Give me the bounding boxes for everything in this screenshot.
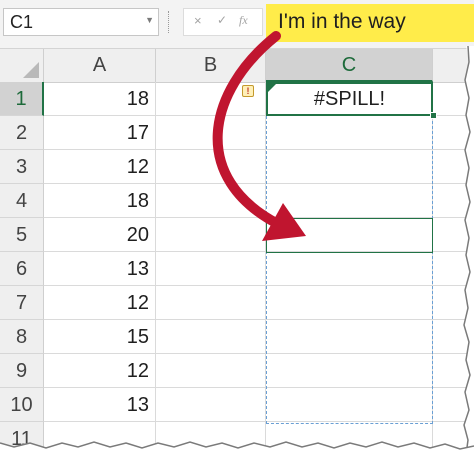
- row-header-5[interactable]: 5: [0, 218, 44, 252]
- spill-range-outline: [266, 116, 433, 424]
- cell-a1[interactable]: 18: [44, 82, 155, 116]
- spill-cell-value: #SPILL!: [313, 88, 386, 110]
- grid-line: [155, 82, 156, 455]
- spill-cell-c1[interactable]: #SPILL!: [266, 82, 433, 116]
- blocking-cell-c5[interactable]: [266, 218, 433, 253]
- cell-a3[interactable]: 12: [44, 150, 155, 184]
- cell-a8[interactable]: 15: [44, 320, 155, 354]
- insert-function-icon[interactable]: fx: [239, 13, 248, 28]
- column-header-row: A B C: [0, 49, 474, 83]
- cancel-icon[interactable]: ×: [194, 13, 202, 28]
- cell-a6[interactable]: 13: [44, 252, 155, 286]
- select-all-triangle-icon: [23, 62, 39, 78]
- column-header-b[interactable]: B: [156, 49, 266, 82]
- name-box-value: C1: [10, 12, 34, 32]
- name-box[interactable]: C1 ▼: [3, 8, 159, 36]
- check-icon[interactable]: ✓: [217, 13, 227, 27]
- callout-box: I'm in the way: [266, 4, 474, 42]
- formula-bar: C1 ▼ × ✓ fx I'm in the way: [0, 0, 474, 49]
- error-warning-icon[interactable]: !: [242, 85, 254, 97]
- error-flag-icon: [268, 84, 276, 92]
- row-header-4[interactable]: 4: [0, 184, 44, 218]
- row-header-7[interactable]: 7: [0, 286, 44, 320]
- row-header-11[interactable]: 11: [0, 422, 44, 455]
- row-header-6[interactable]: 6: [0, 252, 44, 286]
- chevron-down-icon[interactable]: ▼: [145, 15, 154, 25]
- select-all-button[interactable]: [0, 49, 44, 82]
- column-header-c[interactable]: C: [266, 49, 433, 82]
- row-header-1[interactable]: 1: [0, 82, 44, 116]
- row-header-10[interactable]: 10: [0, 388, 44, 422]
- column-header-a[interactable]: A: [44, 49, 156, 82]
- cell-a9[interactable]: 12: [44, 354, 155, 388]
- cell-a7[interactable]: 12: [44, 286, 155, 320]
- cell-a5[interactable]: 20: [44, 218, 155, 252]
- row-header-2[interactable]: 2: [0, 116, 44, 150]
- row-header-3[interactable]: 3: [0, 150, 44, 184]
- cell-a2[interactable]: 17: [44, 116, 155, 150]
- excel-window: C1 ▼ × ✓ fx I'm in the way A B C 1 2 3 4…: [0, 0, 474, 455]
- cell-grid[interactable]: 18 17 12 18 20 13 12 15 12 13 ! #SPILL!: [44, 82, 474, 455]
- cell-a4[interactable]: 18: [44, 184, 155, 218]
- row-header-9[interactable]: 9: [0, 354, 44, 388]
- row-header-8[interactable]: 8: [0, 320, 44, 354]
- formula-bar-buttons: × ✓ fx: [183, 8, 263, 36]
- callout-text: I'm in the way: [278, 10, 406, 33]
- formula-bar-divider: [168, 11, 169, 33]
- fill-handle[interactable]: [430, 112, 437, 119]
- cell-a10[interactable]: 13: [44, 388, 155, 422]
